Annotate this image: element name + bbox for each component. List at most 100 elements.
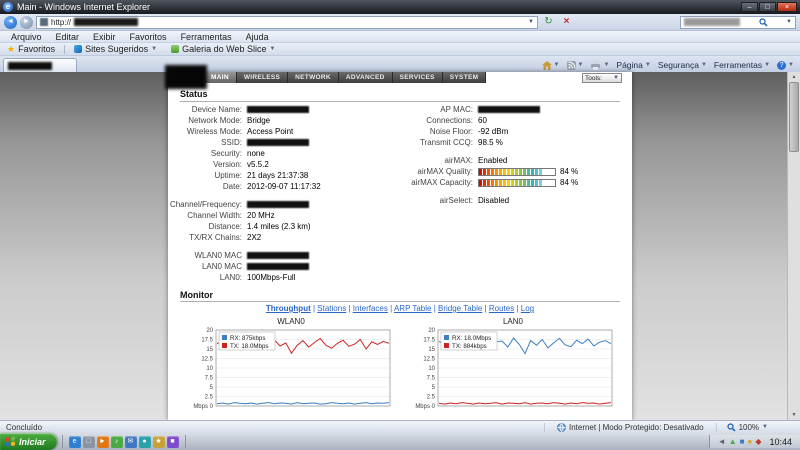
airos-tab-advanced[interactable]: ADVANCED — [339, 72, 393, 83]
address-dropdown-icon[interactable]: ▼ — [528, 19, 534, 25]
stop-button[interactable]: × — [559, 16, 574, 29]
monitor-link-bridge-table[interactable]: Bridge Table — [438, 304, 482, 313]
monitor-section-title: Monitor — [180, 290, 213, 300]
airos-tab-system[interactable]: SYSTEM — [443, 72, 487, 83]
chevron-down-icon: ▼ — [603, 62, 609, 68]
airmax-bar — [478, 168, 556, 176]
home-button[interactable]: ▼ — [542, 61, 560, 70]
chevron-down-icon: ▼ — [269, 46, 275, 52]
status-row: WLAN0 MAC — [168, 250, 378, 261]
page-favicon — [40, 18, 48, 26]
tray-icons: ◄▲■●◆ — [718, 436, 762, 448]
monitor-link-interfaces[interactable]: Interfaces — [353, 304, 388, 313]
status-row: Wireless Mode:Access Point — [168, 126, 378, 137]
status-row: airMAX Quality: 84 % — [378, 166, 632, 177]
redacted-tab-title — [8, 62, 52, 70]
menu-item-arquivo[interactable]: Arquivo — [4, 32, 49, 42]
browser-tab[interactable] — [3, 58, 77, 72]
search-box[interactable]: ▼ — [680, 16, 796, 29]
chevron-down-icon: ▼ — [645, 62, 651, 68]
scrollbar-thumb[interactable] — [789, 82, 799, 152]
close-button[interactable]: × — [777, 2, 797, 12]
monitor-link-throughput[interactable]: Throughput — [266, 304, 311, 313]
address-bar[interactable]: http:// ▼ — [36, 16, 538, 29]
menu-item-favoritos[interactable]: Favoritos — [123, 32, 174, 42]
titlebar: e Main - Windows Internet Explorer – □ × — [0, 0, 800, 14]
status-value: 84 % — [560, 167, 578, 176]
refresh-button[interactable]: ↻ — [541, 16, 556, 29]
web-slice-button[interactable]: Galeria do Web Slice ▼ — [164, 43, 282, 55]
menu-item-exibir[interactable]: Exibir — [86, 32, 123, 42]
feeds-button[interactable]: ▼ — [567, 61, 584, 70]
airos-tab-network[interactable]: NETWORK — [288, 72, 339, 83]
volume-icon: ◄ — [718, 436, 726, 448]
maximize-button[interactable]: □ — [759, 2, 776, 12]
web-slice-label: Galeria do Web Slice — [182, 44, 266, 54]
safety-menu[interactable]: Segurança ▼ — [658, 60, 707, 70]
status-label: airSelect: — [378, 196, 478, 205]
monitor-link-routes[interactable]: Routes — [489, 304, 514, 313]
search-icon[interactable] — [759, 18, 768, 27]
status-row: airMAX:Enabled — [378, 155, 632, 166]
scroll-down-icon[interactable]: ▼ — [788, 412, 800, 418]
start-button[interactable]: Iniciar — [0, 433, 57, 450]
help-menu[interactable]: ? ▼ — [777, 61, 794, 70]
web-slice-icon — [171, 45, 179, 53]
airmax-bar-segments — [479, 169, 555, 175]
status-label: Wireless Mode: — [168, 127, 247, 136]
suggested-sites-button[interactable]: Sites Sugeridos ▼ — [67, 43, 164, 55]
back-button[interactable]: ◄ — [4, 16, 17, 29]
mail-icon[interactable]: ✉ — [125, 436, 137, 448]
print-button[interactable]: ▼ — [590, 61, 609, 70]
airos-tab-services[interactable]: SERVICES — [393, 72, 443, 83]
quick-launch: e□►♪✉●★■ — [62, 435, 186, 448]
chart-svg-wlan0: Mbps 02.557.51012.51517.520RX: 875kbpsTX… — [188, 327, 394, 417]
status-label: Uptime: — [168, 171, 247, 180]
airos-tab-wireless[interactable]: WIRELESS — [237, 72, 288, 83]
page-menu[interactable]: Página ▼ — [616, 60, 650, 70]
show-desktop-icon[interactable]: □ — [83, 436, 95, 448]
status-label: airMAX Quality: — [378, 167, 478, 176]
media-player-icon[interactable]: ► — [97, 436, 109, 448]
monitor-link-arp-table[interactable]: ARP Table — [394, 304, 432, 313]
zone-label: Internet | Modo Protegido: Desativado — [569, 423, 704, 432]
status-value: none — [247, 149, 265, 158]
favorites-button[interactable]: ★ Favoritos — [0, 43, 62, 55]
menu-item-ferramentas[interactable]: Ferramentas — [174, 32, 239, 42]
minimize-button[interactable]: – — [741, 2, 758, 12]
search-dropdown-icon[interactable]: ▼ — [786, 19, 792, 25]
status-value: Enabled — [478, 156, 507, 165]
chevron-down-icon: ▼ — [788, 62, 794, 68]
zoom-control[interactable]: 100% ▼ — [716, 423, 794, 432]
menu-item-editar[interactable]: Editar — [49, 32, 87, 42]
svg-text:RX: 18.0Mbps: RX: 18.0Mbps — [452, 335, 491, 342]
status-row: airSelect:Disabled — [378, 195, 632, 206]
status-value: 100Mbps-Full — [247, 273, 295, 282]
app-icon[interactable]: ■ — [167, 436, 179, 448]
status-value: 2X2 — [247, 233, 261, 242]
forward-button[interactable]: ► — [20, 16, 33, 29]
menu-item-ajuda[interactable]: Ajuda — [239, 32, 276, 42]
status-row: LAN0 MAC — [168, 261, 378, 272]
svg-text:7.5: 7.5 — [205, 376, 214, 382]
tools-menu[interactable]: Ferramentas ▼ — [714, 60, 770, 70]
ie-icon[interactable]: e — [69, 436, 81, 448]
messenger-icon[interactable]: ● — [139, 436, 151, 448]
scroll-up-icon[interactable]: ▲ — [788, 74, 800, 80]
vertical-scrollbar[interactable]: ▲ ▼ — [787, 72, 800, 420]
monitor-link-log[interactable]: Log — [521, 304, 534, 313]
status-row: Security:none — [168, 148, 378, 159]
network-icon: ■ — [740, 436, 745, 448]
tools-dropdown[interactable]: Tools: ▼ — [582, 73, 622, 83]
desktop: e Main - Windows Internet Explorer – □ ×… — [0, 0, 800, 450]
music-icon[interactable]: ♪ — [111, 436, 123, 448]
status-row: TX/RX Chains:2X2 — [168, 232, 378, 243]
monitor-link-stations[interactable]: Stations — [317, 304, 346, 313]
status-row: Version:v5.5.2 — [168, 159, 378, 170]
redacted-url — [74, 18, 138, 26]
airos-tab-main[interactable]: MAIN — [204, 72, 237, 83]
favorites-icon[interactable]: ★ — [153, 436, 165, 448]
suggested-sites-icon — [74, 45, 82, 53]
chevron-down-icon: ▼ — [613, 75, 619, 81]
address-url: http:// — [51, 18, 71, 27]
